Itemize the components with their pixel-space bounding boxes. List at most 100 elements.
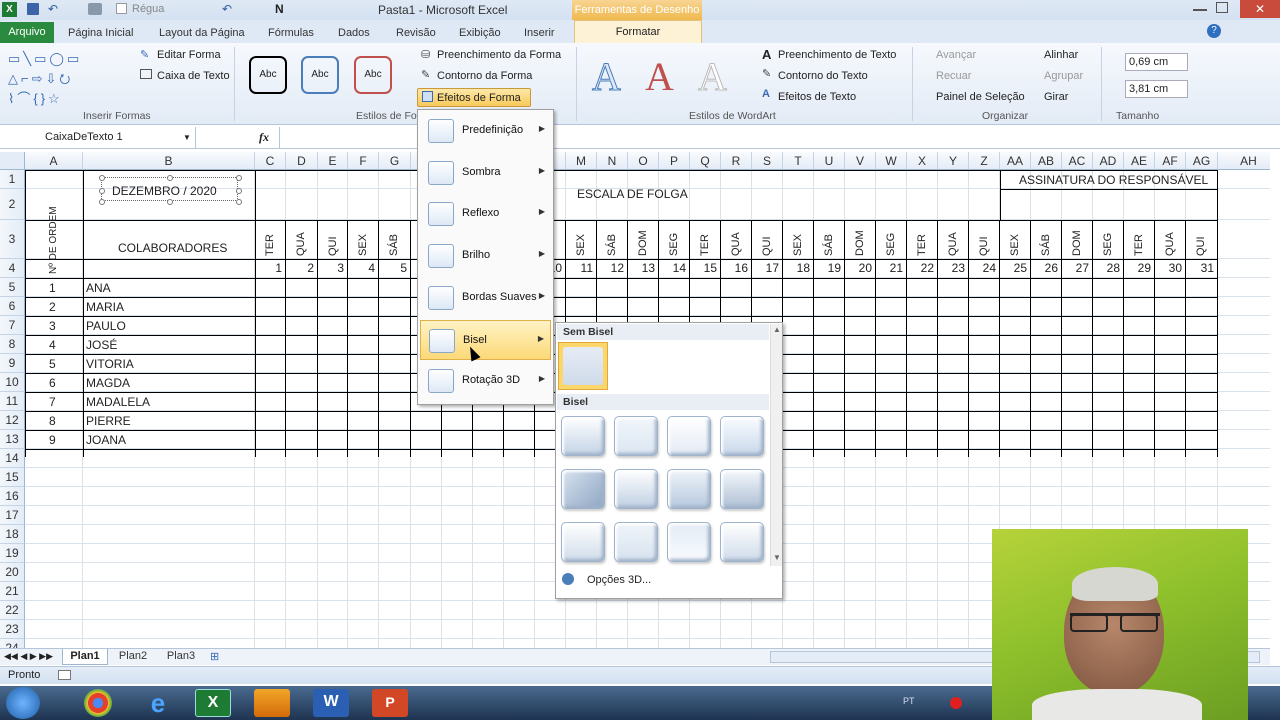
row-header[interactable]: 21 bbox=[0, 582, 25, 601]
column-header[interactable]: S bbox=[752, 152, 783, 170]
rotate-button[interactable]: Girar bbox=[1044, 91, 1068, 103]
undo-icon[interactable]: ↶ bbox=[48, 2, 58, 16]
tab-review[interactable]: Revisão bbox=[396, 24, 436, 43]
effects-menu-item[interactable]: Rotação 3D ▶ bbox=[420, 361, 551, 401]
row-header[interactable]: 9 bbox=[0, 354, 25, 373]
send-backward-button[interactable]: Recuar bbox=[936, 70, 971, 82]
column-header[interactable]: AG bbox=[1186, 152, 1218, 170]
column-header[interactable]: N bbox=[597, 152, 628, 170]
resize-handle[interactable] bbox=[99, 199, 105, 205]
first-sheet-icon[interactable]: ◀◀ ◀ ▶ ▶▶ bbox=[4, 651, 53, 662]
column-header[interactable]: G bbox=[379, 152, 411, 170]
row-header[interactable]: 23 bbox=[0, 620, 25, 639]
start-button-icon[interactable] bbox=[6, 687, 40, 719]
selected-textbox[interactable]: DEZEMBRO / 2020 bbox=[99, 175, 242, 205]
row-header[interactable]: 15 bbox=[0, 468, 25, 487]
text-box-button[interactable]: Caixa de Texto bbox=[157, 70, 230, 82]
word-icon[interactable]: W bbox=[313, 689, 349, 717]
row-header[interactable]: 18 bbox=[0, 525, 25, 544]
shape-fill-button[interactable]: Preenchimento da Forma bbox=[437, 49, 561, 61]
excel-taskbar-icon[interactable]: X bbox=[195, 689, 231, 717]
sheet-tab[interactable]: Plan3 bbox=[158, 649, 204, 665]
bold-n-icon[interactable]: N bbox=[275, 2, 284, 16]
undo-arrow-icon[interactable]: ↶ bbox=[222, 2, 232, 16]
column-header[interactable]: AC bbox=[1062, 152, 1093, 170]
bevel-option[interactable] bbox=[667, 522, 711, 562]
bevel-option[interactable] bbox=[720, 469, 764, 509]
resize-handle[interactable] bbox=[236, 199, 242, 205]
row-header[interactable]: 17 bbox=[0, 506, 25, 525]
column-header[interactable]: A bbox=[25, 152, 83, 170]
row-header[interactable]: 5 bbox=[0, 278, 25, 297]
effects-menu-item[interactable]: Bordas Suaves ▶ bbox=[420, 278, 551, 318]
wordart-style-3[interactable]: A bbox=[698, 53, 728, 100]
shape-gallery[interactable]: ▭╲▭◯▭ △⌐⇨⇩⭮ ⌇⌒{}☆ bbox=[8, 49, 120, 106]
row-header[interactable]: 16 bbox=[0, 487, 25, 506]
tab-data[interactable]: Dados bbox=[338, 24, 370, 43]
column-header[interactable]: M bbox=[566, 152, 597, 170]
width-input[interactable]: 3,81 cm bbox=[1125, 80, 1188, 98]
excel-icon[interactable]: X bbox=[2, 2, 17, 17]
resize-handle[interactable] bbox=[167, 175, 173, 181]
tab-format[interactable]: Formatar bbox=[574, 20, 702, 43]
align-button[interactable]: Alinhar bbox=[1044, 49, 1078, 61]
close-button[interactable]: ✕ bbox=[1240, 0, 1280, 18]
tab-formulas[interactable]: Fórmulas bbox=[268, 24, 314, 43]
help-icon[interactable]: ? bbox=[1207, 24, 1221, 38]
row-header[interactable]: 19 bbox=[0, 544, 25, 563]
edit-shape-button[interactable]: Editar Forma bbox=[157, 49, 221, 61]
bevel-option[interactable] bbox=[720, 522, 764, 562]
ruler-checkbox[interactable] bbox=[116, 3, 127, 14]
row-header[interactable]: 10 bbox=[0, 373, 25, 392]
row-header[interactable]: 11 bbox=[0, 392, 25, 411]
column-header[interactable]: P bbox=[659, 152, 690, 170]
powerpoint-icon[interactable]: P bbox=[372, 689, 408, 717]
scroll-down-icon[interactable]: ▼ bbox=[773, 553, 781, 562]
column-header[interactable]: Q bbox=[690, 152, 721, 170]
row-header[interactable]: 14 bbox=[0, 449, 25, 468]
media-player-icon[interactable] bbox=[254, 689, 290, 717]
effects-menu-item[interactable]: Bisel ▶ bbox=[420, 319, 551, 360]
height-input[interactable]: 0,69 cm bbox=[1125, 53, 1188, 71]
tab-view[interactable]: Exibição bbox=[459, 24, 501, 43]
sheet-tab[interactable]: Plan1 bbox=[62, 649, 108, 665]
table-row[interactable]: 2 MARIA bbox=[25, 300, 1215, 318]
row-header[interactable]: 22 bbox=[0, 601, 25, 620]
column-header[interactable]: V bbox=[845, 152, 876, 170]
scroll-up-icon[interactable]: ▲ bbox=[773, 325, 781, 334]
record-icon[interactable] bbox=[950, 697, 962, 709]
row-header[interactable]: 2 bbox=[0, 189, 25, 220]
bevel-option[interactable] bbox=[561, 522, 605, 562]
column-header[interactable]: X bbox=[907, 152, 938, 170]
internet-explorer-icon[interactable]: e bbox=[140, 689, 176, 717]
maximize-button[interactable] bbox=[1216, 2, 1228, 13]
bevel-option[interactable] bbox=[667, 416, 711, 456]
column-header[interactable]: AE bbox=[1124, 152, 1155, 170]
effects-menu-item[interactable]: Sombra ▶ bbox=[420, 153, 551, 193]
column-header[interactable]: R bbox=[721, 152, 752, 170]
column-header[interactable]: C bbox=[255, 152, 286, 170]
scrollbar[interactable]: ▲ ▼ bbox=[770, 324, 782, 566]
column-header[interactable]: W bbox=[876, 152, 907, 170]
group-button[interactable]: Agrupar bbox=[1044, 70, 1083, 82]
tab-home[interactable]: Página Inicial bbox=[68, 24, 133, 43]
chevron-down-icon[interactable]: ▼ bbox=[183, 127, 191, 148]
bevel-option[interactable] bbox=[561, 416, 605, 456]
column-header[interactable]: O bbox=[628, 152, 659, 170]
column-header[interactable]: AF bbox=[1155, 152, 1186, 170]
language-indicator[interactable]: PT bbox=[903, 696, 915, 706]
resize-handle[interactable] bbox=[167, 199, 173, 205]
column-header[interactable]: F bbox=[348, 152, 379, 170]
column-header[interactable]: AH bbox=[1218, 152, 1270, 170]
row-header[interactable]: 8 bbox=[0, 335, 25, 354]
style-black[interactable]: Abc bbox=[249, 56, 287, 94]
no-bevel-option[interactable] bbox=[558, 342, 608, 390]
minimize-button[interactable] bbox=[1193, 2, 1207, 11]
3d-options-item[interactable]: Opções 3D... bbox=[560, 572, 770, 590]
row-header[interactable]: 1 bbox=[0, 170, 25, 189]
column-header[interactable]: AA bbox=[1000, 152, 1031, 170]
resize-handle[interactable] bbox=[99, 175, 105, 181]
new-sheet-icon[interactable]: ⊞ bbox=[210, 650, 219, 663]
row-header[interactable]: 7 bbox=[0, 316, 25, 335]
print-icon[interactable] bbox=[88, 3, 102, 15]
